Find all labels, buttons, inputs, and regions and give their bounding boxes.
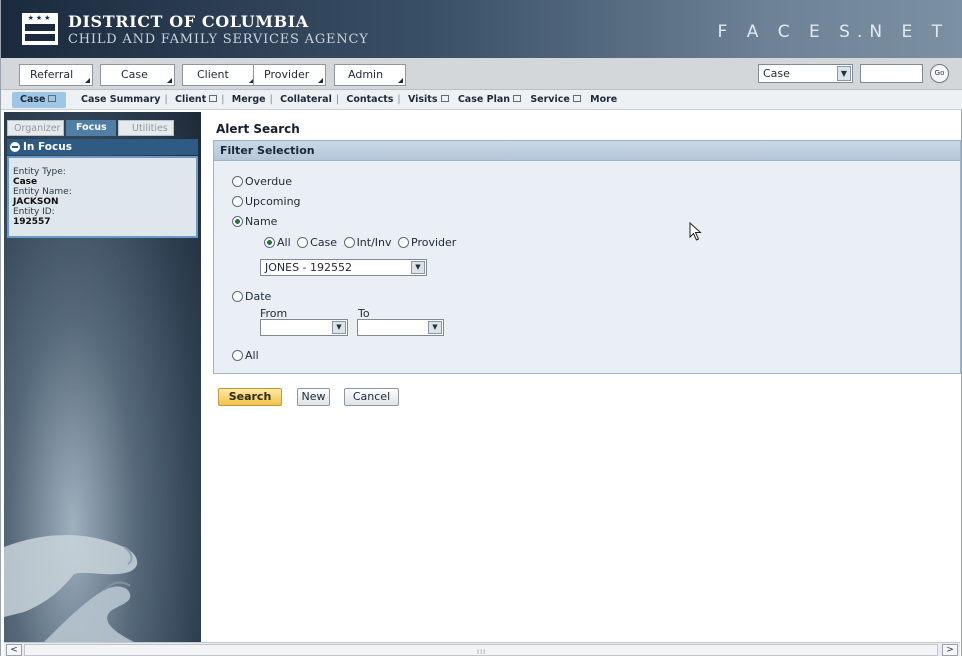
name-label: Name bbox=[245, 215, 278, 228]
subnav-client-label: Client bbox=[175, 94, 207, 105]
tab-client[interactable]: Client bbox=[182, 64, 257, 86]
sub-navigation: Case Case Summary | Client | Merge | Collat… bbox=[1, 90, 962, 110]
tab-admin[interactable]: Admin bbox=[334, 64, 406, 86]
entity-id-label: Entity ID: bbox=[13, 207, 55, 217]
application-window: ★★★ DISTRICT OF COLUMBIA CHILD AND FAMIL… bbox=[0, 0, 962, 656]
subnav-merge[interactable]: Merge bbox=[232, 94, 266, 105]
scope-provider-radio[interactable] bbox=[398, 237, 410, 248]
subnav-visits[interactable]: Visits bbox=[408, 94, 449, 105]
scope-intinv-radio[interactable] bbox=[343, 237, 355, 248]
entity-name-label: Entity Name: bbox=[13, 187, 72, 197]
app-brand: F A C E S.N E T bbox=[717, 22, 949, 42]
date-label: Date bbox=[245, 290, 272, 303]
entity-type-label: Entity Type: bbox=[13, 167, 66, 177]
upcoming-radio[interactable] bbox=[232, 196, 243, 207]
all-option[interactable]: All bbox=[232, 349, 259, 362]
scope-case-radio[interactable] bbox=[297, 237, 309, 248]
scrollbar-thumb[interactable]: III bbox=[24, 644, 938, 656]
in-focus-details: Entity Type: Case Entity Name: JACKSON E… bbox=[7, 156, 198, 238]
filter-selection-panel: Filter Selection Overdue Upcoming Name A… bbox=[213, 140, 961, 374]
in-focus-title: In Focus bbox=[23, 141, 72, 153]
subnav-service[interactable]: Service bbox=[530, 94, 581, 105]
side-tab-focus[interactable]: Focus bbox=[66, 120, 116, 136]
subnav-more[interactable]: More bbox=[590, 94, 617, 105]
all-label: All bbox=[245, 349, 259, 362]
new-button[interactable]: New bbox=[297, 388, 330, 406]
agency-name-line1: DISTRICT OF COLUMBIA bbox=[68, 12, 309, 31]
cancel-button[interactable]: Cancel bbox=[344, 388, 399, 406]
subnav-current-label: Case bbox=[20, 94, 46, 105]
popup-window-icon bbox=[513, 95, 521, 102]
scope-intinv-label: Int/Inv bbox=[356, 236, 392, 249]
filter-selection-header: Filter Selection bbox=[214, 141, 960, 161]
chevron-down-icon: ▼ bbox=[428, 321, 442, 334]
scope-case-label: Case bbox=[310, 236, 338, 249]
entity-name-value: JACKSON bbox=[13, 197, 59, 207]
context-type-select[interactable]: Case ▼ bbox=[758, 64, 853, 83]
date-from-select[interactable]: ▼ bbox=[260, 319, 348, 336]
popup-window-icon bbox=[440, 95, 449, 102]
subnav-client[interactable]: Client bbox=[175, 94, 218, 105]
left-side-panel: Organizer Focus Utilities In Focus Entit… bbox=[4, 112, 201, 642]
go-button[interactable]: Go bbox=[930, 64, 949, 83]
all-radio[interactable] bbox=[232, 350, 243, 361]
chevron-down-icon: ▼ bbox=[411, 261, 425, 274]
popup-window-icon bbox=[48, 95, 57, 102]
date-option[interactable]: Date bbox=[232, 290, 271, 303]
subnav-case-summary[interactable]: Case Summary bbox=[81, 94, 160, 105]
page-title: Alert Search bbox=[216, 122, 300, 136]
scrollbar-grip: III bbox=[477, 648, 487, 656]
subnav-case-plan[interactable]: Case Plan bbox=[458, 94, 521, 105]
scope-provider-label: Provider bbox=[411, 236, 457, 249]
side-panel-tabs: Organizer Focus Utilities bbox=[4, 120, 201, 136]
search-button[interactable]: Search bbox=[218, 388, 282, 406]
main-tab-bar: Referral Case Client Provider Admin Case… bbox=[1, 58, 962, 90]
subnav-visits-label: Visits bbox=[407, 94, 438, 105]
name-scope-options: All Case Int/Inv Provider bbox=[264, 236, 456, 249]
chevron-down-icon: ▼ bbox=[332, 321, 346, 334]
upcoming-option[interactable]: Upcoming bbox=[232, 195, 301, 208]
subnav-collateral[interactable]: Collateral bbox=[280, 94, 332, 105]
tab-case[interactable]: Case bbox=[100, 64, 175, 86]
dc-flag-logo: ★★★ bbox=[22, 13, 58, 45]
mouse-pointer-icon bbox=[689, 222, 702, 241]
date-to-select[interactable]: ▼ bbox=[357, 319, 444, 336]
side-tab-utilities[interactable]: Utilities bbox=[118, 120, 174, 136]
tab-provider[interactable]: Provider bbox=[253, 64, 326, 86]
name-select[interactable]: JONES - 192552 ▼ bbox=[260, 259, 427, 276]
overdue-radio[interactable] bbox=[232, 176, 243, 187]
scroll-left-arrow-icon[interactable]: < bbox=[6, 644, 22, 656]
popup-window-icon bbox=[572, 95, 581, 102]
name-select-value: JONES - 192552 bbox=[265, 261, 353, 274]
overdue-option[interactable]: Overdue bbox=[232, 175, 292, 188]
popup-window-icon bbox=[209, 95, 218, 102]
name-option[interactable]: Name bbox=[232, 215, 277, 228]
entity-id-value: 192557 bbox=[13, 217, 51, 227]
context-id-input[interactable] bbox=[860, 64, 923, 83]
hands-illustration bbox=[4, 534, 138, 642]
scroll-right-arrow-icon[interactable]: > bbox=[942, 644, 958, 656]
subnav-case-plan-label: Case Plan bbox=[457, 94, 510, 105]
side-tab-organizer[interactable]: Organizer bbox=[7, 120, 64, 136]
subnav-service-label: Service bbox=[530, 94, 570, 105]
context-type-value: Case bbox=[763, 67, 790, 80]
subnav-contacts[interactable]: Contacts bbox=[346, 94, 393, 105]
scope-all-label: All bbox=[277, 236, 291, 249]
app-header: ★★★ DISTRICT OF COLUMBIA CHILD AND FAMIL… bbox=[1, 0, 962, 58]
chevron-down-icon: ▼ bbox=[837, 66, 851, 81]
scope-all-radio[interactable] bbox=[264, 237, 275, 248]
agency-name-line2: CHILD AND FAMILY SERVICES AGENCY bbox=[68, 32, 369, 47]
horizontal-scrollbar[interactable]: < III > bbox=[4, 642, 960, 656]
entity-type-value: Case bbox=[13, 177, 38, 187]
in-focus-header[interactable]: In Focus bbox=[7, 139, 198, 155]
subnav-current-case[interactable]: Case bbox=[12, 92, 67, 108]
tab-referral[interactable]: Referral bbox=[19, 64, 93, 86]
name-radio[interactable] bbox=[232, 216, 243, 227]
date-radio[interactable] bbox=[232, 291, 243, 302]
collapse-icon[interactable] bbox=[10, 142, 20, 152]
overdue-label: Overdue bbox=[245, 175, 292, 188]
upcoming-label: Upcoming bbox=[245, 195, 301, 208]
